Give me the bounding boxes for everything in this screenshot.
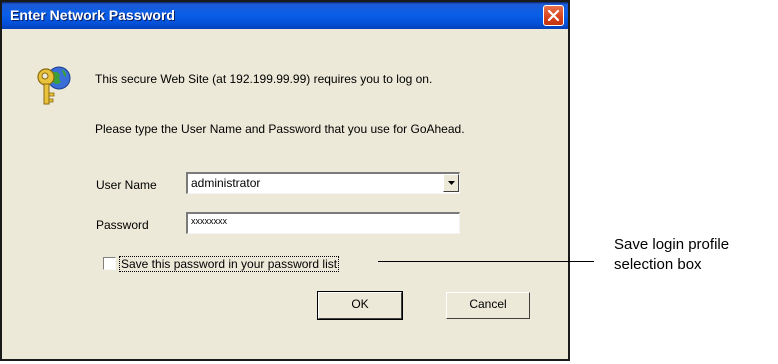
cancel-button[interactable]: Cancel — [446, 292, 530, 319]
ok-button[interactable]: OK — [317, 291, 403, 320]
close-button[interactable] — [543, 5, 564, 26]
title-bar[interactable]: Enter Network Password — [2, 2, 568, 29]
password-label: Password — [96, 218, 149, 232]
username-dropdown-button[interactable] — [443, 174, 459, 192]
credentials-instruction: Please type the User Name and Password t… — [95, 122, 465, 136]
network-password-dialog: Enter Network Password This secure Web S… — [0, 0, 570, 361]
callout-label-line1: Save login profile — [614, 236, 730, 253]
username-combobox[interactable]: administrator — [186, 172, 460, 194]
close-icon — [548, 10, 559, 21]
dialog-title: Enter Network Password — [10, 7, 175, 23]
callout-leader-line — [378, 261, 594, 262]
logon-required-message: This secure Web Site (at 192.199.99.99) … — [95, 72, 433, 86]
username-label: User Name — [96, 178, 157, 192]
callout-label-line2: selection box — [614, 256, 702, 273]
dropdown-arrow-icon — [448, 181, 455, 185]
password-masked-value: xxxxxxxx — [191, 216, 227, 226]
password-field[interactable]: xxxxxxxx — [186, 212, 460, 234]
username-value: administrator — [191, 176, 261, 190]
key-globe-icon — [37, 66, 71, 105]
save-password-label[interactable]: Save this password in your password list — [118, 256, 340, 272]
save-password-checkbox[interactable] — [103, 257, 116, 270]
